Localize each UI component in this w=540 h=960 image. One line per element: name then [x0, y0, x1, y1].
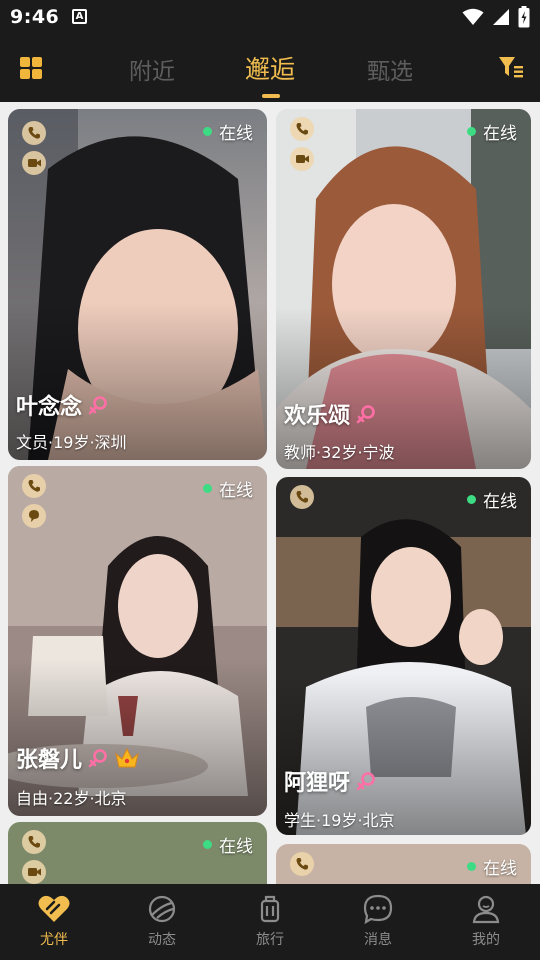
female-icon: [356, 772, 375, 791]
profile-card[interactable]: 在线 叶念念 文员·19岁·深圳: [8, 109, 267, 460]
active-tab-indicator: [262, 94, 280, 98]
nav-label: 旅行: [256, 932, 284, 948]
signal-icon: [493, 9, 509, 25]
profile-name: 张磐儿: [16, 748, 83, 773]
profile-info: 文员·19岁·深圳: [16, 433, 127, 452]
notification-icon: A: [72, 9, 87, 24]
profile-info: 教师·32岁·宁波: [284, 443, 395, 462]
nav-item-messages[interactable]: 消息: [324, 884, 432, 960]
status-bar: 9:46 A: [0, 0, 540, 36]
tab-nearby[interactable]: 附近: [129, 52, 175, 86]
profile-card[interactable]: 在线: [8, 822, 267, 884]
online-dot: [203, 840, 212, 849]
crown-icon: [115, 747, 139, 768]
nav-item-travel[interactable]: 旅行: [216, 884, 324, 960]
online-label: 在线: [219, 124, 253, 144]
online-status: 在线: [203, 832, 253, 857]
nav-label: 尤伴: [40, 932, 68, 948]
online-dot: [467, 495, 476, 504]
profile-info: 学生·19岁·北京: [284, 811, 395, 830]
online-label: 在线: [483, 859, 517, 879]
online-label: 在线: [483, 124, 517, 144]
online-status: 在线: [467, 119, 517, 144]
message-icon: [363, 894, 393, 925]
top-navigation: 附近 邂逅 甄选: [0, 36, 540, 102]
online-dot: [467, 127, 476, 136]
female-icon: [356, 405, 375, 424]
online-label: 在线: [483, 492, 517, 512]
profile-name: 阿狸呀: [284, 771, 351, 796]
suitcase-icon: [260, 895, 280, 923]
profile-info: 自由·22岁·北京: [16, 789, 127, 808]
profile-name: 叶念念: [16, 395, 83, 420]
phone-icon[interactable]: [290, 852, 314, 876]
battery-icon: [518, 6, 530, 28]
name-row: 欢乐颂: [284, 398, 376, 430]
profile-card[interactable]: 在线 张磐儿 自由·22岁·北京: [8, 466, 267, 816]
video-icon[interactable]: [22, 151, 46, 175]
online-status: 在线: [203, 119, 253, 144]
profile-card[interactable]: 在线 阿狸呀 学生·19岁·北京: [276, 477, 531, 835]
chat-bubble-icon[interactable]: [22, 504, 46, 528]
online-status: 在线: [467, 854, 517, 879]
nav-label: 动态: [148, 932, 176, 948]
online-dot: [203, 127, 212, 136]
grid-menu-icon[interactable]: [20, 57, 42, 79]
status-icons: [462, 6, 530, 28]
nav-item-companion[interactable]: 尤伴: [0, 884, 108, 960]
profile-icon: [472, 895, 500, 924]
phone-icon[interactable]: [290, 117, 314, 141]
tab-encounter[interactable]: 邂逅: [245, 50, 295, 86]
profile-feed[interactable]: 在线 叶念念 文员·19岁·深圳 在线 欢乐颂 教师·32岁·宁波 在线 张磐儿…: [0, 102, 540, 884]
phone-icon[interactable]: [22, 830, 46, 854]
nav-item-me[interactable]: 我的: [432, 884, 540, 960]
phone-icon[interactable]: [22, 121, 46, 145]
video-icon[interactable]: [290, 147, 314, 171]
nav-label: 消息: [364, 932, 392, 948]
tab-featured[interactable]: 甄选: [367, 52, 413, 86]
name-row: 张磐儿: [16, 742, 140, 774]
online-dot: [203, 484, 212, 493]
online-status: 在线: [203, 476, 253, 501]
name-row: 阿狸呀: [284, 765, 376, 797]
planet-icon: [148, 895, 176, 923]
online-label: 在线: [219, 481, 253, 501]
video-icon[interactable]: [22, 860, 46, 884]
filter-icon[interactable]: [498, 55, 524, 79]
phone-icon[interactable]: [290, 485, 314, 509]
status-time: 9:46: [10, 6, 60, 28]
nav-item-moments[interactable]: 动态: [108, 884, 216, 960]
profile-name: 欢乐颂: [284, 404, 351, 429]
heart-icon: [38, 895, 70, 922]
phone-icon[interactable]: [22, 474, 46, 498]
nav-label: 我的: [472, 932, 500, 948]
online-status: 在线: [467, 487, 517, 512]
bottom-navigation: 尤伴 动态 旅行 消息 我的: [0, 884, 540, 960]
online-dot: [467, 862, 476, 871]
female-icon: [88, 749, 107, 768]
online-label: 在线: [219, 837, 253, 857]
profile-card[interactable]: 在线: [276, 844, 531, 884]
female-icon: [88, 396, 107, 415]
profile-card[interactable]: 在线 欢乐颂 教师·32岁·宁波: [276, 109, 531, 469]
wifi-icon: [462, 8, 484, 25]
name-row: 叶念念: [16, 389, 108, 421]
